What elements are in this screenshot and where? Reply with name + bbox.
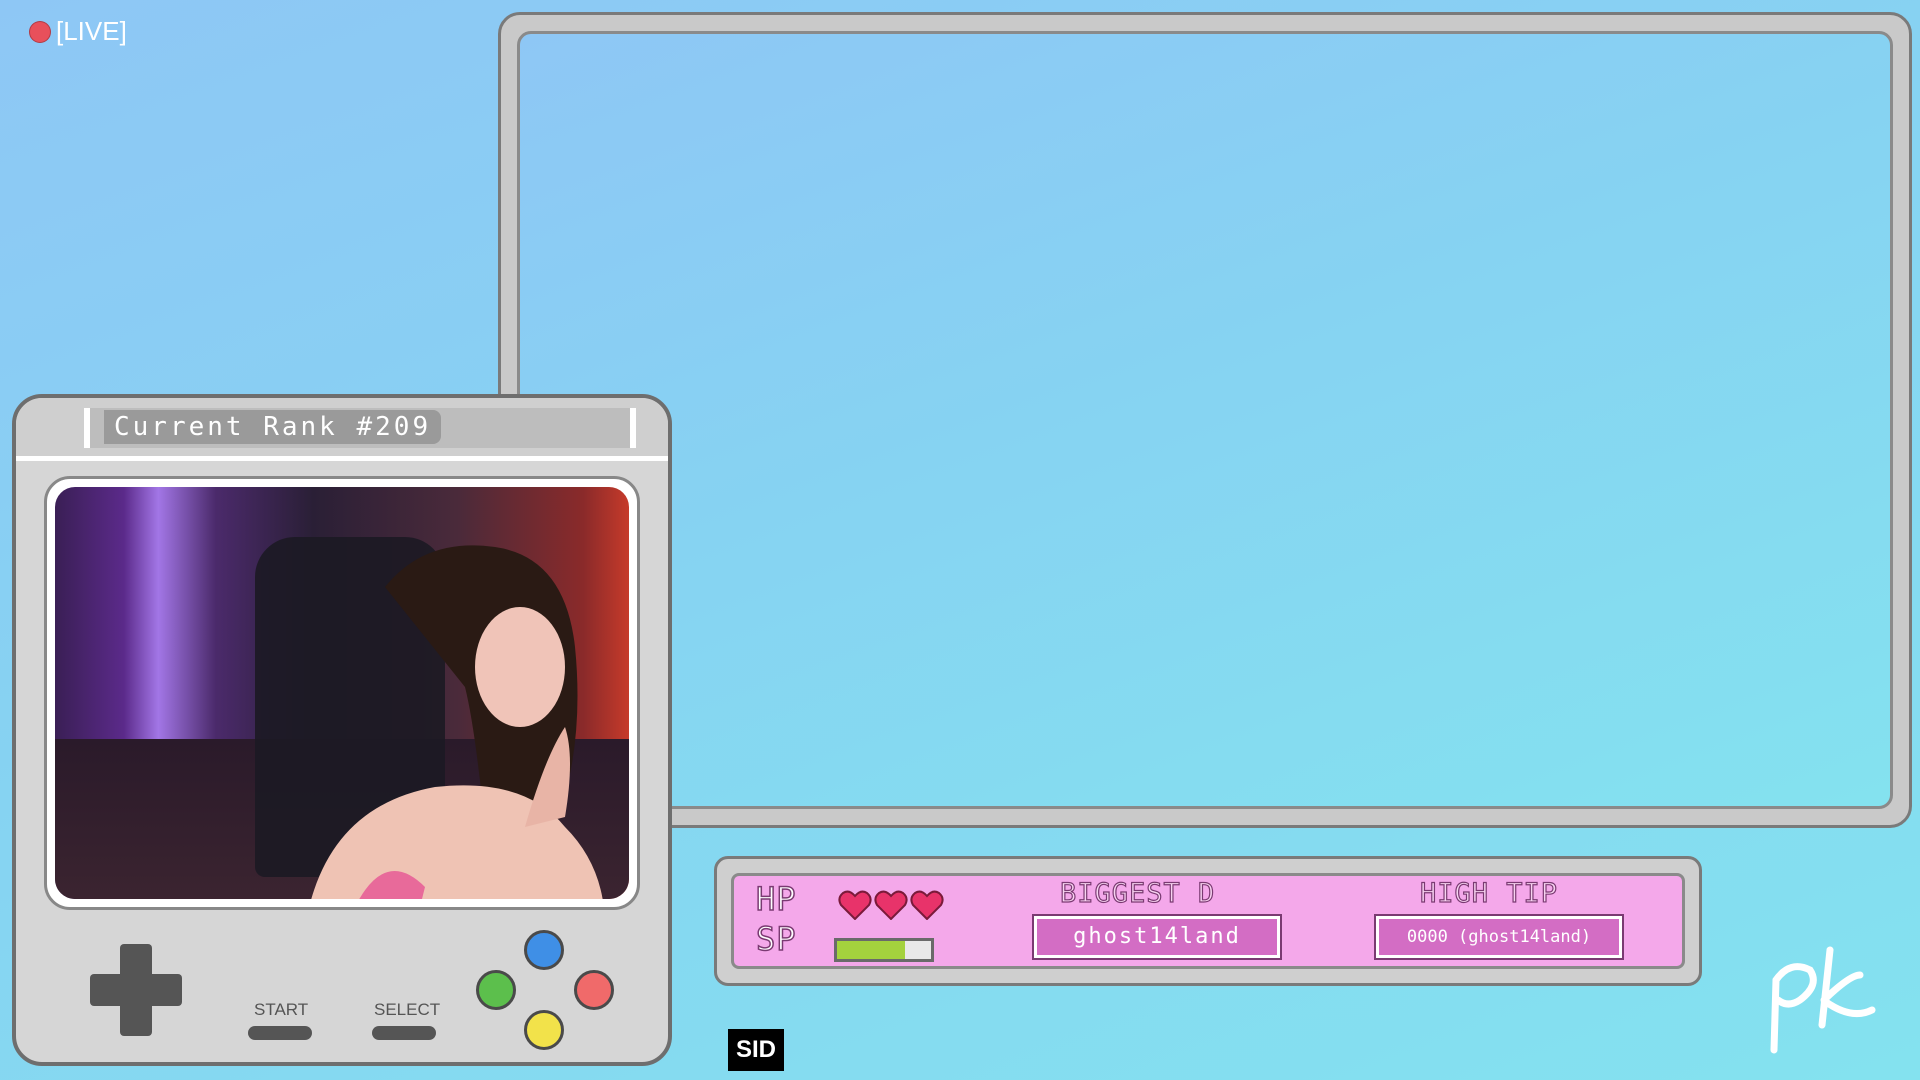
dpad-vertical — [120, 944, 152, 1036]
console-screen — [44, 476, 640, 910]
dpad-icon — [90, 944, 182, 1036]
stats-hud-panel: HP SP BIGGEST D ghost14land HIGH TIP 000… — [731, 873, 1685, 969]
sp-bar-fill — [837, 941, 905, 959]
select-button-icon — [372, 1026, 436, 1040]
select-label: SELECT — [374, 1000, 441, 1019]
heart-icon — [838, 890, 872, 920]
console-top-bar: Current Rank #209 — [16, 398, 668, 461]
webcam-person — [311, 545, 603, 899]
start-button-icon — [248, 1026, 312, 1040]
handheld-console-frame: Current Rank #209 START SELECT — [12, 394, 672, 1066]
hp-label: HP — [755, 879, 797, 919]
main-screen-frame — [498, 12, 1912, 828]
heart-icon — [874, 890, 908, 920]
live-indicator: [LIVE] — [30, 16, 127, 47]
biggest-value-box: ghost14land — [1032, 914, 1282, 960]
yellow-button-icon — [524, 1010, 564, 1050]
green-button-icon — [476, 970, 516, 1010]
record-dot-icon — [30, 21, 50, 42]
main-screen-area — [517, 31, 1893, 809]
sp-label: SP — [755, 919, 797, 959]
blue-button-icon — [524, 930, 564, 970]
stats-hud: HP SP BIGGEST D ghost14land HIGH TIP 000… — [714, 856, 1702, 986]
high-tip-heading: HIGH TIP — [1419, 877, 1559, 909]
biggest-heading: BIGGEST D — [1059, 877, 1216, 909]
high-tip-value-box: 0000 (ghost14land) — [1374, 914, 1624, 960]
red-button-icon — [574, 970, 614, 1010]
live-label: [LIVE] — [56, 16, 127, 46]
heart-icon — [910, 890, 944, 920]
start-label: START — [254, 1000, 309, 1019]
sid-tag: SID — [728, 1029, 784, 1071]
webcam-feed — [55, 487, 629, 899]
current-rank-label: Current Rank #209 — [104, 410, 442, 444]
pk-logo-icon — [1770, 946, 1876, 1054]
sp-bar — [834, 938, 934, 962]
